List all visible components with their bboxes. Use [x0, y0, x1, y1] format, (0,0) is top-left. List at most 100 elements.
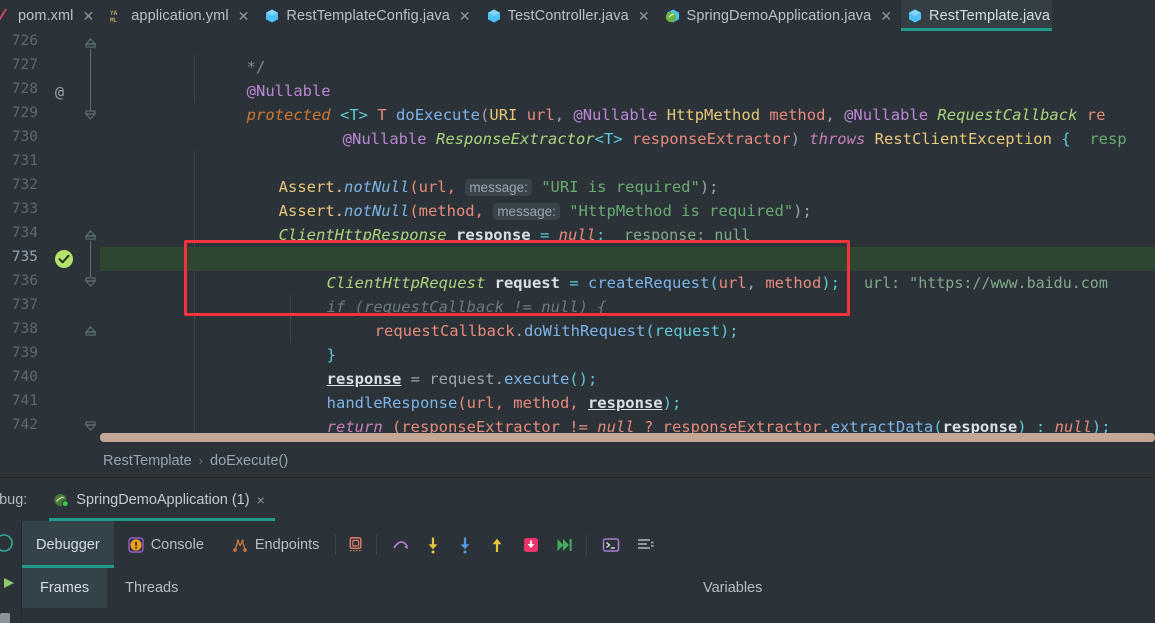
close-icon[interactable]: ✕	[459, 9, 471, 23]
line-number: 732	[11, 177, 38, 193]
editor-horizontal-scrollbar[interactable]	[100, 433, 1155, 442]
tab-label: Debugger	[36, 536, 100, 553]
code-line-737[interactable]: requestCallback.doWithRequest(request);	[100, 295, 1155, 340]
line-number: 734	[11, 225, 38, 241]
code-line-733[interactable]: ClientHttpResponse response = null; resp…	[100, 199, 1155, 244]
tab-label: Console	[150, 536, 204, 553]
line-number: 730	[11, 129, 38, 145]
editor-tab-springdemoapplication[interactable]: SpringDemoApplication.java ✕	[659, 0, 902, 31]
code-fold-collapse-icon[interactable]	[84, 228, 97, 241]
editor-tab-label: TestController.java	[507, 7, 629, 24]
code-line-726[interactable]: */	[100, 31, 1155, 76]
toolbar-divider	[335, 534, 337, 555]
scrollbar-thumb[interactable]	[0, 613, 10, 623]
svg-text:ML: ML	[110, 17, 118, 24]
debug-panels-row: Frames Threads Variables	[22, 568, 1155, 623]
variables-panel-title: Variables	[703, 568, 762, 608]
editor-tab-testcontroller[interactable]: TestController.java ✕	[480, 0, 659, 31]
intellij-idea-window: pom.xml ✕ YA ML application.yml ✕ RestTe…	[0, 0, 1155, 623]
line-number: 737	[11, 297, 38, 313]
close-icon[interactable]: ✕	[238, 9, 250, 23]
tab-label: Endpoints	[254, 536, 320, 553]
editor-tab-resttemplate[interactable]: RestTemplate.java	[901, 0, 1053, 31]
debug-window-label: ebug:	[0, 492, 28, 508]
line-number: 731	[11, 153, 38, 169]
line-number: 739	[11, 345, 38, 361]
editor-tab-pom-xml[interactable]: pom.xml ✕	[0, 0, 103, 31]
tab-console[interactable]: Console	[114, 521, 218, 568]
toolbar-divider	[376, 534, 378, 555]
debug-session-tab[interactable]: SpringDemoApplication (1) ×	[49, 479, 276, 521]
code-line-732[interactable]: Assert.notNull(method, message: "HttpMet…	[100, 175, 1155, 220]
editor-gutter[interactable]: 726 727 728 729 730 731 732 733 734 735 …	[0, 31, 100, 435]
close-icon[interactable]: ×	[257, 492, 265, 508]
run-to-cursor-button[interactable]	[518, 532, 544, 558]
line-number: 726	[11, 33, 38, 49]
editor-tab-bar: pom.xml ✕ YA ML application.yml ✕ RestTe…	[0, 0, 1155, 31]
code-fold-line	[90, 241, 91, 277]
debug-tool-window: ebug: SpringDemoApplication (1) ×	[0, 479, 1155, 623]
close-icon[interactable]: ✕	[638, 9, 650, 23]
yaml-icon: YA ML	[109, 8, 125, 24]
scrollbar-thumb[interactable]	[100, 433, 1155, 442]
line-number: 740	[11, 369, 38, 385]
evaluate-expression-button[interactable]	[598, 532, 624, 558]
step-out-button[interactable]	[484, 532, 510, 558]
debug-window-header: ebug: SpringDemoApplication (1) ×	[0, 479, 1155, 521]
java-class-icon	[264, 8, 280, 24]
maven-pom-icon	[0, 8, 12, 24]
toolbar-divider	[586, 534, 588, 555]
code-fold-line	[90, 49, 91, 111]
code-editor[interactable]: 726 727 728 729 730 731 732 733 734 735 …	[0, 31, 1155, 435]
line-number: 729	[11, 105, 38, 121]
code-line-734[interactable]: try {	[100, 223, 1155, 268]
code-line-742[interactable]: }	[100, 415, 1155, 435]
code-fold-expand-icon[interactable]	[84, 420, 97, 433]
spring-boot-class-icon	[665, 8, 681, 24]
show-execution-point-button[interactable]	[343, 532, 369, 558]
close-icon[interactable]: ✕	[880, 9, 892, 23]
verified-breakpoint-icon[interactable]	[54, 249, 74, 269]
close-icon[interactable]: ✕	[83, 9, 95, 23]
code-line-728[interactable]: protected <T> T doExecute(URI url, @Null…	[100, 79, 1155, 124]
tab-debugger[interactable]: Debugger	[22, 521, 114, 568]
debug-left-toolbar	[0, 521, 22, 623]
code-fold-collapse-icon[interactable]	[84, 324, 97, 337]
code-line-739[interactable]: response = request.execute();	[100, 343, 1155, 388]
breadcrumb-method[interactable]: doExecute()	[210, 453, 288, 469]
code-line-731[interactable]: Assert.notNull(url, message: "URI is req…	[100, 151, 1155, 196]
code-line-727[interactable]: @Nullable	[100, 55, 1155, 100]
editor-tab-label: application.yml	[131, 7, 229, 24]
tab-endpoints[interactable]: Endpoints	[218, 521, 334, 568]
line-number: 728	[11, 81, 38, 97]
code-line-730[interactable]	[100, 127, 1155, 151]
code-fold-expand-icon[interactable]	[84, 276, 97, 289]
thread-dump-button[interactable]	[632, 532, 658, 558]
resume-program-icon[interactable]	[1, 575, 17, 596]
resume-next-button[interactable]	[552, 532, 578, 558]
debug-session-label: SpringDemoApplication (1)	[76, 492, 250, 508]
code-fold-expand-icon[interactable]	[84, 109, 97, 122]
step-into-button[interactable]	[420, 532, 446, 558]
editor-tab-resttemplateconfig[interactable]: RestTemplateConfig.java ✕	[258, 0, 479, 31]
code-line-740[interactable]: handleResponse(url, method, response);	[100, 367, 1155, 412]
editor-tab-label: RestTemplateConfig.java	[286, 7, 450, 24]
editor-tab-application-yml[interactable]: YA ML application.yml ✕	[103, 0, 258, 31]
force-step-into-button[interactable]	[452, 532, 478, 558]
code-line-735-execution[interactable]: ClientHttpRequest request = createReques…	[100, 247, 1155, 292]
code-line-729[interactable]: @Nullable ResponseExtractor<T> responseE…	[100, 103, 1155, 148]
tab-frames[interactable]: Frames	[22, 568, 108, 608]
code-line-736[interactable]: if (requestCallback != null) {	[100, 271, 1155, 316]
code-text-area[interactable]: */ @Nullable protected <T> T doExecute(U…	[100, 31, 1155, 435]
tab-threads[interactable]: Threads	[107, 568, 196, 608]
warning-icon	[127, 536, 144, 553]
line-number: 741	[11, 393, 38, 409]
spring-boot-run-icon	[53, 492, 69, 508]
code-line-741[interactable]: return (responseExtractor != null ? resp…	[100, 391, 1155, 435]
code-line-738[interactable]: }	[100, 319, 1155, 364]
rerun-session-icon[interactable]	[0, 533, 14, 558]
override-marker-icon[interactable]: @	[55, 83, 64, 101]
breadcrumb-class[interactable]: RestTemplate	[103, 453, 192, 469]
step-over-button[interactable]	[388, 532, 414, 558]
code-fold-collapse-icon[interactable]	[84, 36, 97, 49]
